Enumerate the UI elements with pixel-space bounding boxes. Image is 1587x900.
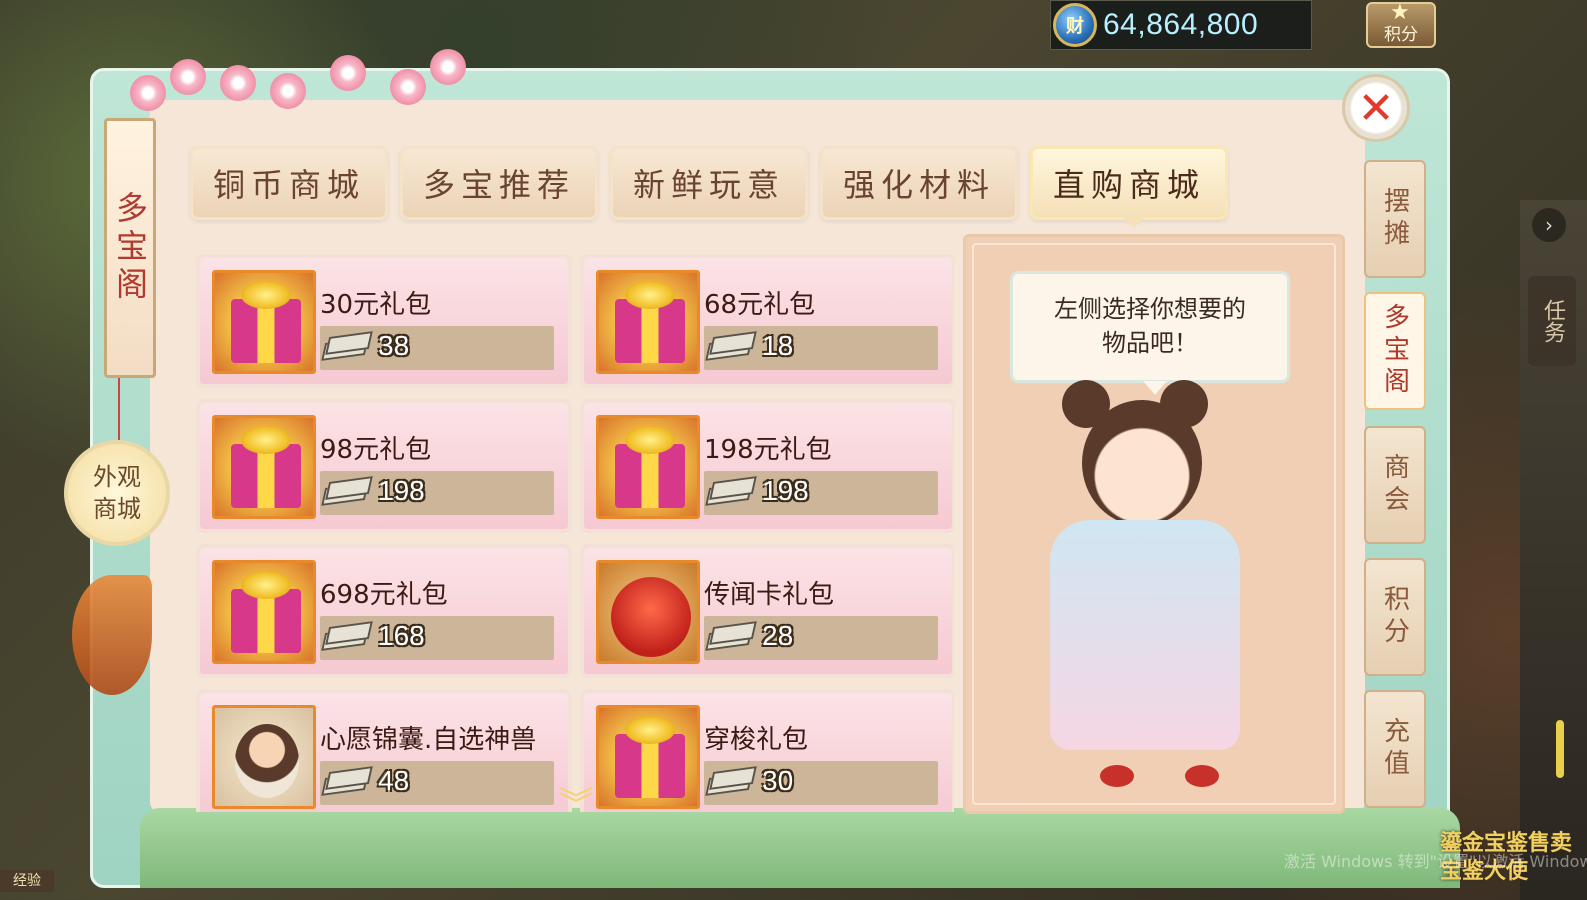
item-name: 传闻卡礼包 <box>704 580 835 610</box>
item-price: 18 <box>762 330 794 361</box>
cash-stack-icon <box>704 330 757 368</box>
tab-novelties[interactable]: 新鲜玩意 <box>610 146 808 220</box>
gift-box-icon <box>596 705 700 809</box>
exp-label: 经验 <box>0 870 54 892</box>
task-tab[interactable]: 任务 <box>1528 276 1576 366</box>
lantern-string <box>118 378 120 440</box>
item-price: 28 <box>762 620 794 651</box>
collapse-arrow-icon[interactable]: › <box>1532 208 1566 242</box>
appearance-shop-label-2: 商城 <box>93 495 141 523</box>
side-tab-guild[interactable]: 商会 <box>1364 426 1426 544</box>
tab-upgrade-materials[interactable]: 强化材料 <box>820 146 1018 220</box>
cash-stack-icon <box>320 620 373 658</box>
side-tab-stall[interactable]: 摆摊 <box>1364 160 1426 278</box>
gift-box-icon <box>596 270 700 374</box>
star-icon: ★ <box>1390 0 1410 25</box>
cash-stack-icon <box>704 620 757 658</box>
currency-display: 财 64,864,800 <box>1050 0 1312 50</box>
item-price: 168 <box>378 620 425 651</box>
cash-stack-icon <box>320 330 373 368</box>
appearance-shop-label-1: 外观 <box>93 463 141 491</box>
shop-tab-bar: 铜币商城 多宝推荐 新鲜玩意 强化材料 直购商城 <box>190 146 1228 220</box>
price-bar: 198 <box>704 471 938 515</box>
price-bar: 198 <box>320 471 554 515</box>
list-item[interactable]: 198元礼包 198 <box>580 399 954 533</box>
item-name: 穿梭礼包 <box>704 725 809 755</box>
cash-stack-icon <box>320 475 373 513</box>
item-price: 30 <box>762 765 794 796</box>
points-label: 积分 <box>1384 25 1418 45</box>
price-bar: 28 <box>704 616 938 660</box>
cash-stack-icon <box>704 475 757 513</box>
item-name: 198元礼包 <box>704 435 832 465</box>
points-button[interactable]: ★ 积分 <box>1366 0 1436 48</box>
item-name: 心愿锦囊.自选神兽 <box>320 725 537 755</box>
hint-text-line-2: 物品吧！ <box>1102 329 1198 357</box>
price-bar: 48 <box>320 761 554 805</box>
money-coin-icon: 财 <box>1053 3 1097 47</box>
cash-stack-icon <box>704 765 757 803</box>
item-name: 30元礼包 <box>320 290 432 320</box>
pet-character-icon <box>212 705 316 809</box>
gift-box-icon <box>212 270 316 374</box>
chevron-down-icon[interactable]: ︾ <box>548 788 604 822</box>
list-item[interactable]: 98元礼包 198 <box>196 399 572 533</box>
active-tab-pointer <box>1122 216 1146 228</box>
gift-box-icon <box>212 560 316 664</box>
appearance-shop-button[interactable]: 外观 商城 <box>64 440 170 546</box>
item-name: 68元礼包 <box>704 290 816 320</box>
item-price: 198 <box>378 475 425 506</box>
tab-copper-shop[interactable]: 铜币商城 <box>190 146 388 220</box>
list-item[interactable]: 68元礼包 18 <box>580 254 954 388</box>
side-tab-points[interactable]: 积分 <box>1364 558 1426 676</box>
page-title: 多宝阁 <box>104 118 156 378</box>
side-tab-recharge[interactable]: 充值 <box>1364 690 1426 808</box>
gift-box-icon <box>212 415 316 519</box>
cash-stack-icon <box>320 765 373 803</box>
gift-box-icon <box>596 415 700 519</box>
list-item[interactable]: 穿梭礼包 30 <box>580 689 954 812</box>
item-name: 698元礼包 <box>320 580 448 610</box>
close-icon: ✕ <box>1357 82 1395 134</box>
price-bar: 18 <box>704 326 938 370</box>
list-item[interactable]: 传闻卡礼包 28 <box>580 544 954 678</box>
list-item[interactable]: 30元礼包 38 <box>196 254 572 388</box>
price-bar: 168 <box>320 616 554 660</box>
close-button[interactable]: ✕ <box>1342 74 1410 142</box>
shop-girl-character <box>1010 380 1330 800</box>
red-pouch-icon <box>596 560 700 664</box>
blossom-decoration <box>130 45 470 115</box>
hint-text-line-1: 左侧选择你想要的 <box>1054 295 1246 323</box>
moon-decoration <box>72 575 152 695</box>
price-bar: 38 <box>320 326 554 370</box>
tab-recommended[interactable]: 多宝推荐 <box>400 146 598 220</box>
item-price: 198 <box>762 475 809 506</box>
side-tab-treasure-pavilion[interactable]: 多宝阁 <box>1364 292 1426 410</box>
list-item[interactable]: 698元礼包 168 <box>196 544 572 678</box>
tab-direct-purchase[interactable]: 直购商城 <box>1030 146 1228 220</box>
currency-amount: 64,864,800 <box>1103 8 1259 41</box>
hint-speech-bubble: 左侧选择你想要的 物品吧！ <box>1010 271 1290 395</box>
item-price: 48 <box>378 765 410 796</box>
world-scrollbar[interactable] <box>1556 720 1564 778</box>
activation-watermark: 激活 Windows 转到"设置"以激活 Windows。 <box>1284 852 1587 871</box>
bottom-grass-decoration <box>140 808 1460 888</box>
item-price: 38 <box>378 330 410 361</box>
item-grid: 30元礼包 38 68元礼包 18 98元礼包 198 198元礼包 198 6… <box>194 252 954 812</box>
item-name: 98元礼包 <box>320 435 432 465</box>
list-item[interactable]: 心愿锦囊.自选神兽 48 <box>196 689 572 812</box>
price-bar: 30 <box>704 761 938 805</box>
